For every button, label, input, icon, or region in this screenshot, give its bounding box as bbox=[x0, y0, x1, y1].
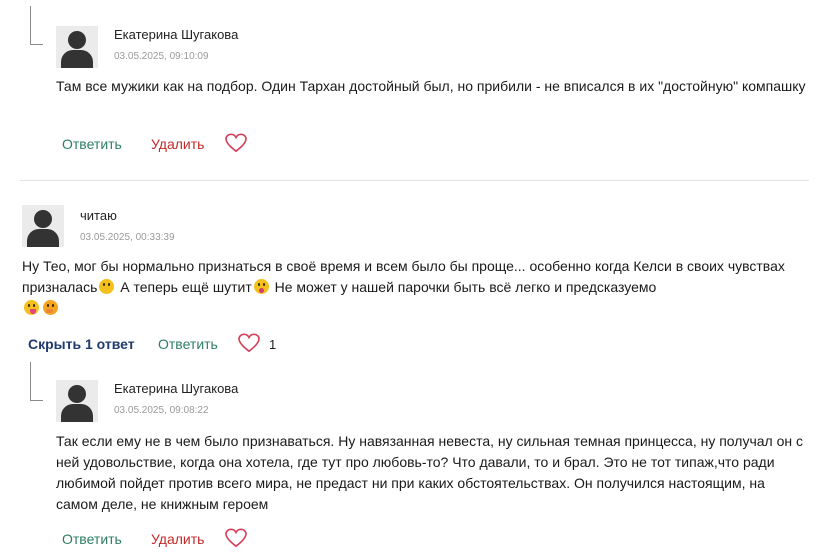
avatar-head bbox=[68, 31, 86, 49]
comment-author[interactable]: Екатерина Шугакова bbox=[114, 27, 238, 42]
comment-divider bbox=[20, 180, 809, 181]
like-heart-icon[interactable] bbox=[225, 528, 247, 548]
hide-replies-button[interactable]: Скрыть 1 ответ bbox=[28, 336, 135, 352]
avatar-body bbox=[27, 229, 59, 247]
avatar-head bbox=[34, 210, 52, 228]
reply-connector bbox=[30, 6, 43, 45]
reply-connector bbox=[30, 362, 43, 401]
avatar-head bbox=[68, 385, 86, 403]
thinking-face-icon bbox=[99, 279, 115, 294]
delete-button[interactable]: Удалить bbox=[151, 136, 204, 152]
like-heart-icon[interactable] bbox=[225, 133, 247, 153]
comment-author[interactable]: Екатерина Шугакова bbox=[114, 381, 238, 396]
comment-text-part: Не может у нашей парочки быть всё легко … bbox=[270, 279, 657, 295]
avatar[interactable] bbox=[56, 380, 98, 422]
reply-button[interactable]: Ответить bbox=[62, 136, 122, 152]
reply-button[interactable]: Ответить bbox=[158, 336, 218, 352]
tongue-face-icon bbox=[24, 300, 39, 315]
avatar-body bbox=[61, 50, 93, 68]
giggle-face-icon bbox=[43, 300, 58, 315]
avatar[interactable] bbox=[22, 205, 64, 247]
avatar-body bbox=[61, 404, 93, 422]
comment-date: 03.05.2025, 00:33:39 bbox=[80, 232, 175, 243]
comment-date: 03.05.2025, 09:08:22 bbox=[114, 405, 209, 416]
comment-text: Там все мужики как на подбор. Один Тарха… bbox=[56, 78, 806, 94]
like-count: 1 bbox=[269, 337, 277, 352]
comment-text-part: А теперь ещё шутит bbox=[116, 279, 252, 295]
comment-text: Так если ему не в чем было признаваться.… bbox=[56, 433, 803, 512]
comment-date: 03.05.2025, 09:10:09 bbox=[114, 51, 209, 62]
crazy-face-icon bbox=[253, 279, 269, 294]
delete-button[interactable]: Удалить bbox=[151, 531, 204, 547]
comment-author[interactable]: читаю bbox=[80, 208, 117, 223]
reply-button[interactable]: Ответить bbox=[62, 531, 122, 547]
avatar[interactable] bbox=[56, 26, 98, 68]
comment-text: Ну Тео, мог бы нормально признаться в св… bbox=[22, 256, 812, 319]
like-heart-icon[interactable] bbox=[238, 333, 260, 353]
